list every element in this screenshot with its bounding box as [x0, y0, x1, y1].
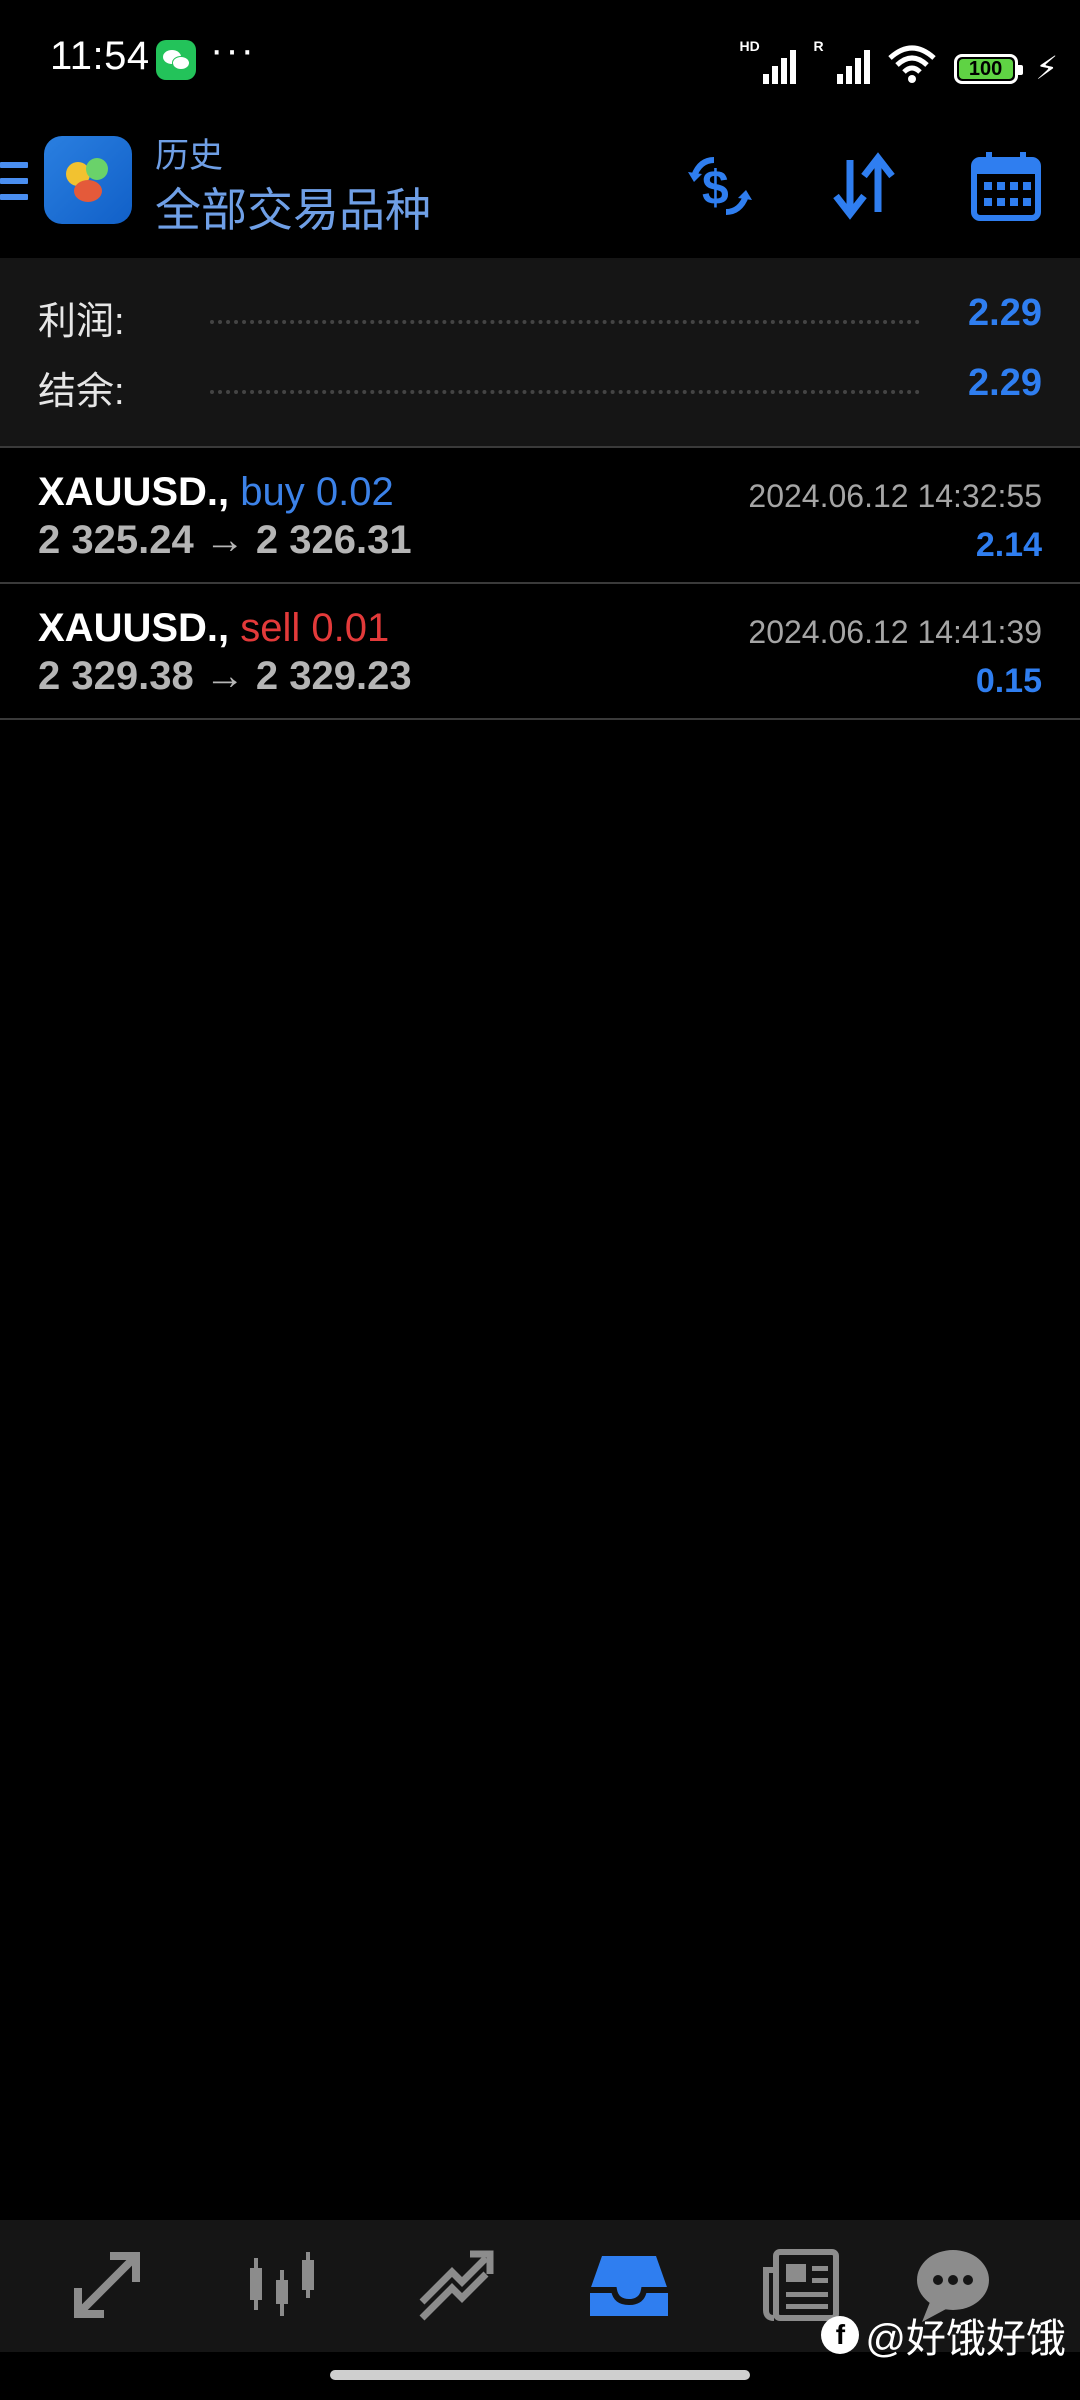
- chart-icon[interactable]: [236, 2240, 326, 2330]
- sort-icon[interactable]: [824, 146, 904, 226]
- watermark: f @好饿好饿: [821, 2310, 1066, 2361]
- battery-level: 100: [968, 58, 1003, 80]
- trade-time: 2024.06.12 14:41:39: [748, 614, 1042, 650]
- summary-row-profit: 利润: 2.29: [0, 284, 1080, 354]
- balance-label: 结余:: [38, 371, 125, 413]
- svg-text:$: $: [702, 162, 729, 215]
- app-bar: 历史 全部交易品种 $: [0, 120, 1080, 258]
- trade-profit: 0.15: [975, 662, 1042, 700]
- wechat-icon: [156, 40, 196, 80]
- balance-value: 2.29: [968, 362, 1042, 404]
- dot-leader: [210, 390, 920, 394]
- page-subtitle: 历史: [155, 137, 223, 175]
- trade-profit: 2.14: [975, 526, 1042, 564]
- watermark-text: @好饿好饿: [865, 2317, 1066, 2361]
- currency-exchange-icon[interactable]: $: [680, 146, 760, 226]
- trade-symbol-line: XAUUSD., buy 0.02: [38, 470, 394, 515]
- profit-value: 2.29: [968, 292, 1042, 334]
- home-indicator[interactable]: [330, 2370, 750, 2380]
- watermark-logo: f: [821, 2316, 860, 2354]
- signal-hd-icon: HD: [740, 38, 796, 84]
- profit-label: 利润:: [38, 301, 125, 343]
- trade-prices: 2 329.38 → 2 329.23: [38, 654, 412, 698]
- trade-prices: 2 325.24 → 2 326.31: [38, 518, 412, 562]
- calendar-icon[interactable]: [966, 146, 1046, 226]
- app-logo[interactable]: [44, 136, 132, 224]
- screen: 11:54 ··· HD R 100 ⚡ 历史 全部交易品种 $ 利润: 2.2…: [0, 0, 1080, 2400]
- status-time: 11:54: [50, 34, 150, 78]
- trade-side: buy 0.02: [240, 470, 394, 514]
- trade-row[interactable]: XAUUSD., sell 0.01 2 329.38 → 2 329.23 2…: [0, 584, 1080, 720]
- status-bar: 11:54 ··· HD R 100 ⚡: [0, 0, 1080, 120]
- trade-side: sell 0.01: [240, 606, 390, 650]
- signal-roaming-label: R: [813, 38, 824, 54]
- quotes-icon[interactable]: [62, 2240, 152, 2330]
- dot-leader: [210, 320, 920, 324]
- trade-symbol: XAUUSD.,: [38, 470, 230, 514]
- battery-icon: 100: [953, 54, 1023, 84]
- signal-roaming-icon: R: [814, 38, 870, 84]
- symbol-filter-title[interactable]: 全部交易品种: [155, 174, 431, 240]
- trade-symbol-line: XAUUSD., sell 0.01: [38, 606, 389, 651]
- status-icons: HD R 100 ⚡: [740, 38, 1058, 84]
- history-icon[interactable]: [584, 2240, 674, 2330]
- charging-icon: ⚡: [1035, 50, 1058, 86]
- wifi-icon: [887, 44, 936, 84]
- menu-icon[interactable]: [0, 162, 28, 204]
- more-notifications-icon: ···: [210, 28, 256, 72]
- summary-row-balance: 结余: 2.29: [0, 354, 1080, 424]
- summary-panel: 利润: 2.29 结余: 2.29: [0, 258, 1080, 448]
- trade-symbol: XAUUSD.,: [38, 606, 230, 650]
- trade-row[interactable]: XAUUSD., buy 0.02 2 325.24 → 2 326.31 20…: [0, 448, 1080, 584]
- trade-icon[interactable]: [410, 2240, 500, 2330]
- signal-hd-label: HD: [739, 38, 760, 54]
- trade-time: 2024.06.12 14:32:55: [748, 478, 1042, 514]
